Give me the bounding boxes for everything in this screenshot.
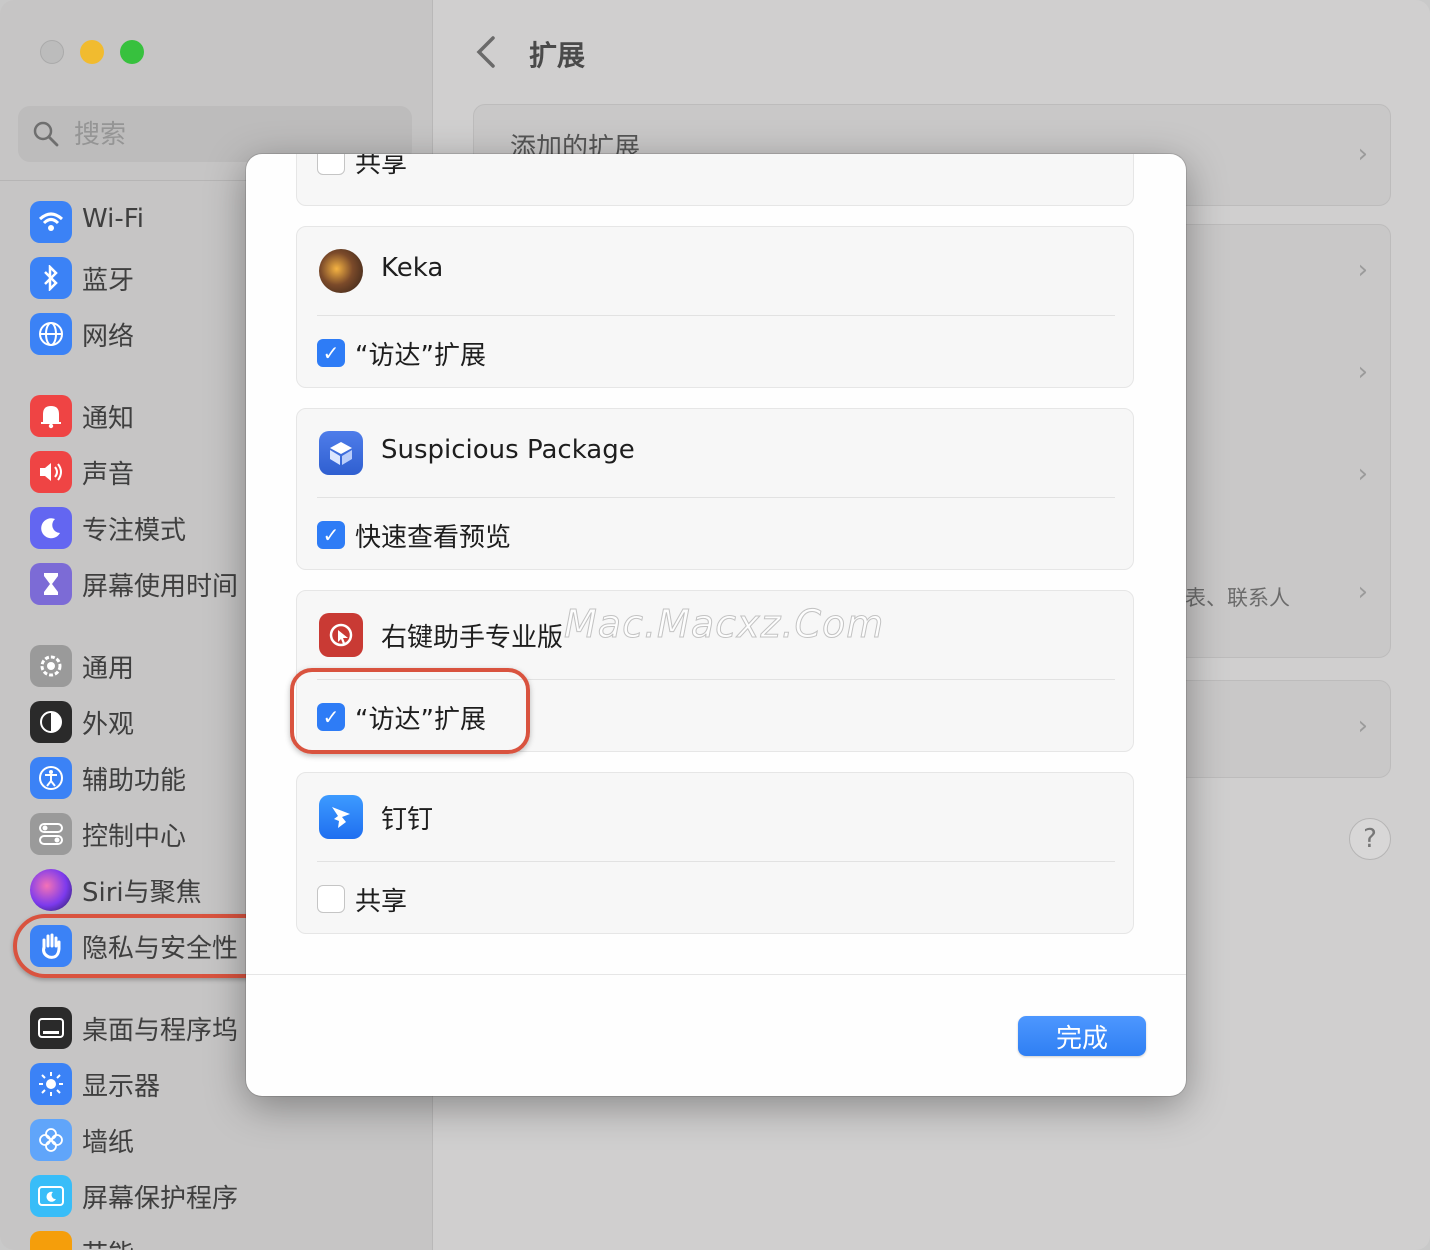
app-row: Suspicious Package xyxy=(297,409,1133,497)
checkbox-checked[interactable]: ✓ xyxy=(317,521,345,549)
sidebar-item-label: 墙纸 xyxy=(82,1128,135,1158)
maximize-window-button[interactable] xyxy=(120,40,144,64)
search-input[interactable] xyxy=(72,116,396,154)
sun-icon xyxy=(30,1063,72,1105)
app-name: 钉钉 xyxy=(381,805,434,835)
dock-icon xyxy=(30,1007,72,1049)
keka-icon xyxy=(319,249,363,293)
extension-group-suspicious-package: Suspicious Package ✓ 快速查看预览 xyxy=(296,408,1134,570)
chevron-right-icon[interactable]: › xyxy=(1358,459,1368,489)
close-window-button[interactable] xyxy=(40,40,64,64)
speaker-icon xyxy=(30,451,72,493)
chevron-right-icon[interactable]: › xyxy=(1358,577,1368,607)
help-button[interactable]: ? xyxy=(1349,818,1391,860)
extension-group-dingtalk: 钉钉 共享 xyxy=(296,772,1134,934)
highlight-annotation-finder-extension xyxy=(290,668,530,754)
checkbox[interactable] xyxy=(317,154,345,175)
separator xyxy=(317,861,1115,862)
sidebar-item-label: 外观 xyxy=(82,710,135,740)
flower-icon xyxy=(30,1119,72,1161)
page-title: 扩展 xyxy=(529,39,586,72)
separator xyxy=(317,315,1115,316)
app-row: 钉钉 xyxy=(297,773,1133,861)
app-name: 右键助手专业版 xyxy=(381,623,564,653)
footer-separator xyxy=(246,974,1186,975)
extension-row[interactable]: 共享 xyxy=(297,863,1133,935)
extension-row[interactable]: ✓ “访达”扩展 xyxy=(297,317,1133,389)
sidebar-item-label: 网络 xyxy=(82,322,135,352)
chevron-right-icon[interactable]: › xyxy=(1358,255,1368,285)
sidebar-item-energy[interactable]: 节能 xyxy=(30,1228,430,1250)
appearance-icon xyxy=(30,701,72,743)
sidebar-item-label: 专注模式 xyxy=(82,516,187,546)
package-icon xyxy=(319,431,363,475)
sidebar-item-label: 辅助功能 xyxy=(82,766,187,796)
checkbox[interactable] xyxy=(317,885,345,913)
globe-icon xyxy=(30,313,72,355)
chevron-right-icon[interactable]: › xyxy=(1358,357,1368,387)
sidebar-item-label: 蓝牙 xyxy=(82,266,135,296)
app-name: Suspicious Package xyxy=(381,435,635,465)
hourglass-icon xyxy=(30,563,72,605)
extension-row[interactable]: 共享 xyxy=(297,154,1133,197)
sidebar-item-screen-saver[interactable]: 屏幕保护程序 xyxy=(30,1172,430,1220)
chevron-right-icon: › xyxy=(1357,139,1368,169)
extension-label: 共享 xyxy=(355,887,408,917)
app-row: Keka xyxy=(297,227,1133,315)
extension-label: 快速查看预览 xyxy=(355,523,512,553)
sidebar-item-label: 节能 xyxy=(82,1234,134,1250)
sidebar-item-label: 声音 xyxy=(82,460,135,490)
highlight-annotation-sidebar xyxy=(13,914,277,978)
back-chevron-icon[interactable] xyxy=(471,34,501,70)
dingtalk-icon xyxy=(319,795,363,839)
sidebar-item-label: Wi-Fi xyxy=(82,204,145,234)
siri-icon xyxy=(30,869,72,911)
sidebar-item-label: Siri与聚焦 xyxy=(82,878,202,908)
sidebar-item-label: 通知 xyxy=(82,404,135,434)
search-icon xyxy=(33,121,59,147)
extension-label: 共享 xyxy=(355,154,408,179)
settings-window: Wi-Fi 蓝牙 网络 通知 声音 xyxy=(0,0,1430,1250)
sidebar-item-label: 通用 xyxy=(82,654,135,684)
bluetooth-icon xyxy=(30,257,72,299)
extension-group-partial: 共享 xyxy=(296,154,1134,206)
chevron-right-icon: › xyxy=(1357,711,1368,741)
battery-icon xyxy=(30,1231,72,1250)
minimize-window-button[interactable] xyxy=(80,40,104,64)
extension-group-keka: Keka ✓ “访达”扩展 xyxy=(296,226,1134,388)
watermark: Mac.Macxz.Com xyxy=(563,602,885,647)
gear-icon xyxy=(30,645,72,687)
right-click-icon xyxy=(319,613,363,657)
extension-label: “访达”扩展 xyxy=(355,341,486,371)
screensaver-icon xyxy=(30,1175,72,1217)
app-name: Keka xyxy=(381,253,444,283)
done-button[interactable]: 完成 xyxy=(1018,1016,1146,1056)
sidebar-item-label: 屏幕保护程序 xyxy=(82,1184,239,1214)
checkbox-checked[interactable]: ✓ xyxy=(317,339,345,367)
category-description-snippet: 表、联系人 xyxy=(1185,586,1290,610)
wifi-icon xyxy=(30,201,72,243)
sidebar-item-label: 显示器 xyxy=(82,1072,161,1102)
sidebar-item-label: 桌面与程序坞 xyxy=(82,1016,239,1046)
separator xyxy=(317,497,1115,498)
accessibility-icon xyxy=(30,757,72,799)
sidebar-item-wallpaper[interactable]: 墙纸 xyxy=(30,1116,430,1164)
sidebar-item-label: 控制中心 xyxy=(82,822,187,852)
toggles-icon xyxy=(30,813,72,855)
bell-icon xyxy=(30,395,72,437)
moon-icon xyxy=(30,507,72,549)
extension-row[interactable]: ✓ 快速查看预览 xyxy=(297,499,1133,571)
sidebar-item-label: 屏幕使用时间 xyxy=(82,572,239,602)
